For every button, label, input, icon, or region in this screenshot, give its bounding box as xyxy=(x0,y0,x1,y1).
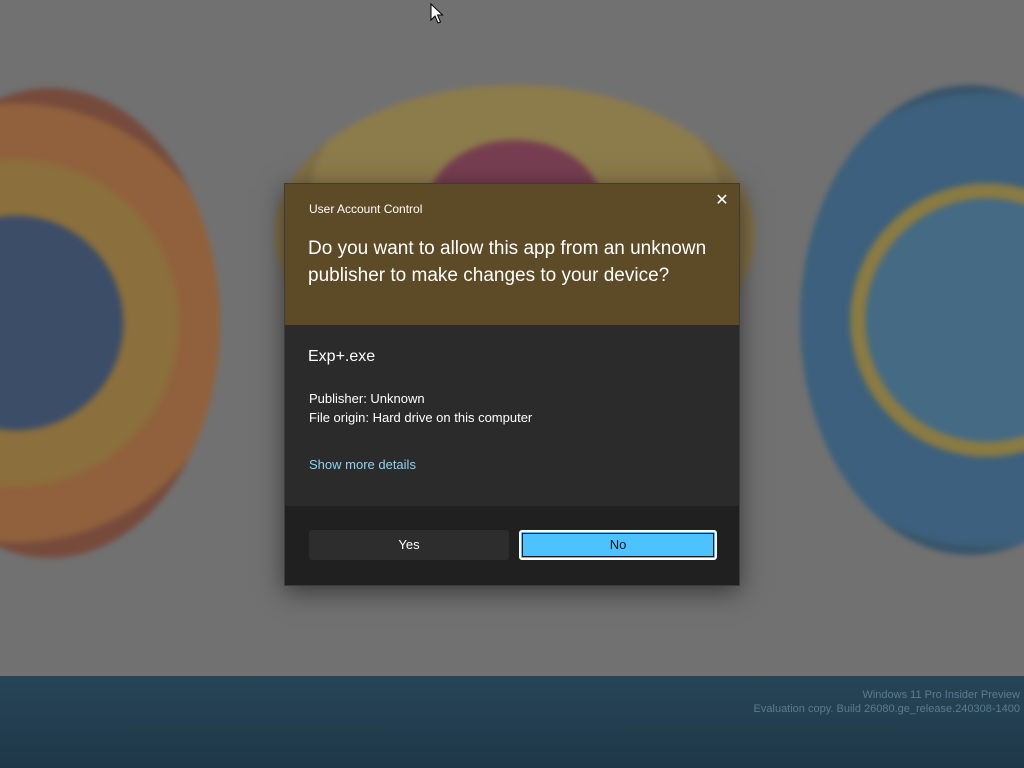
show-more-details-link[interactable]: Show more details xyxy=(309,457,416,472)
close-button[interactable]: ✕ xyxy=(711,190,733,212)
uac-body: Exp+.exe Publisher: Unknown File origin:… xyxy=(285,325,739,506)
close-icon: ✕ xyxy=(715,192,729,209)
app-name: Exp+.exe xyxy=(308,348,376,365)
uac-header: User Account Control ✕ Do you want to al… xyxy=(285,184,739,325)
file-origin-info: File origin: Hard drive on this computer xyxy=(309,410,533,425)
dialog-title: User Account Control xyxy=(309,202,423,216)
watermark-line-2: Evaluation copy. Build 26080.ge_release.… xyxy=(753,703,1020,715)
mouse-pointer-icon xyxy=(430,3,444,24)
uac-question: Do you want to allow this app from an un… xyxy=(308,238,707,286)
windows-watermark: Windows 11 Pro Insider Preview Evaluatio… xyxy=(754,688,1020,716)
uac-footer: Yes No xyxy=(285,506,739,585)
desktop: Windows 11 Pro Insider Preview Evaluatio… xyxy=(0,0,1024,768)
uac-dialog: User Account Control ✕ Do you want to al… xyxy=(284,183,740,586)
publisher-info: Publisher: Unknown xyxy=(309,391,425,406)
watermark-line-1: Windows 11 Pro Insider Preview xyxy=(862,689,1020,701)
yes-button[interactable]: Yes xyxy=(309,530,509,560)
no-button[interactable]: No xyxy=(519,530,717,560)
